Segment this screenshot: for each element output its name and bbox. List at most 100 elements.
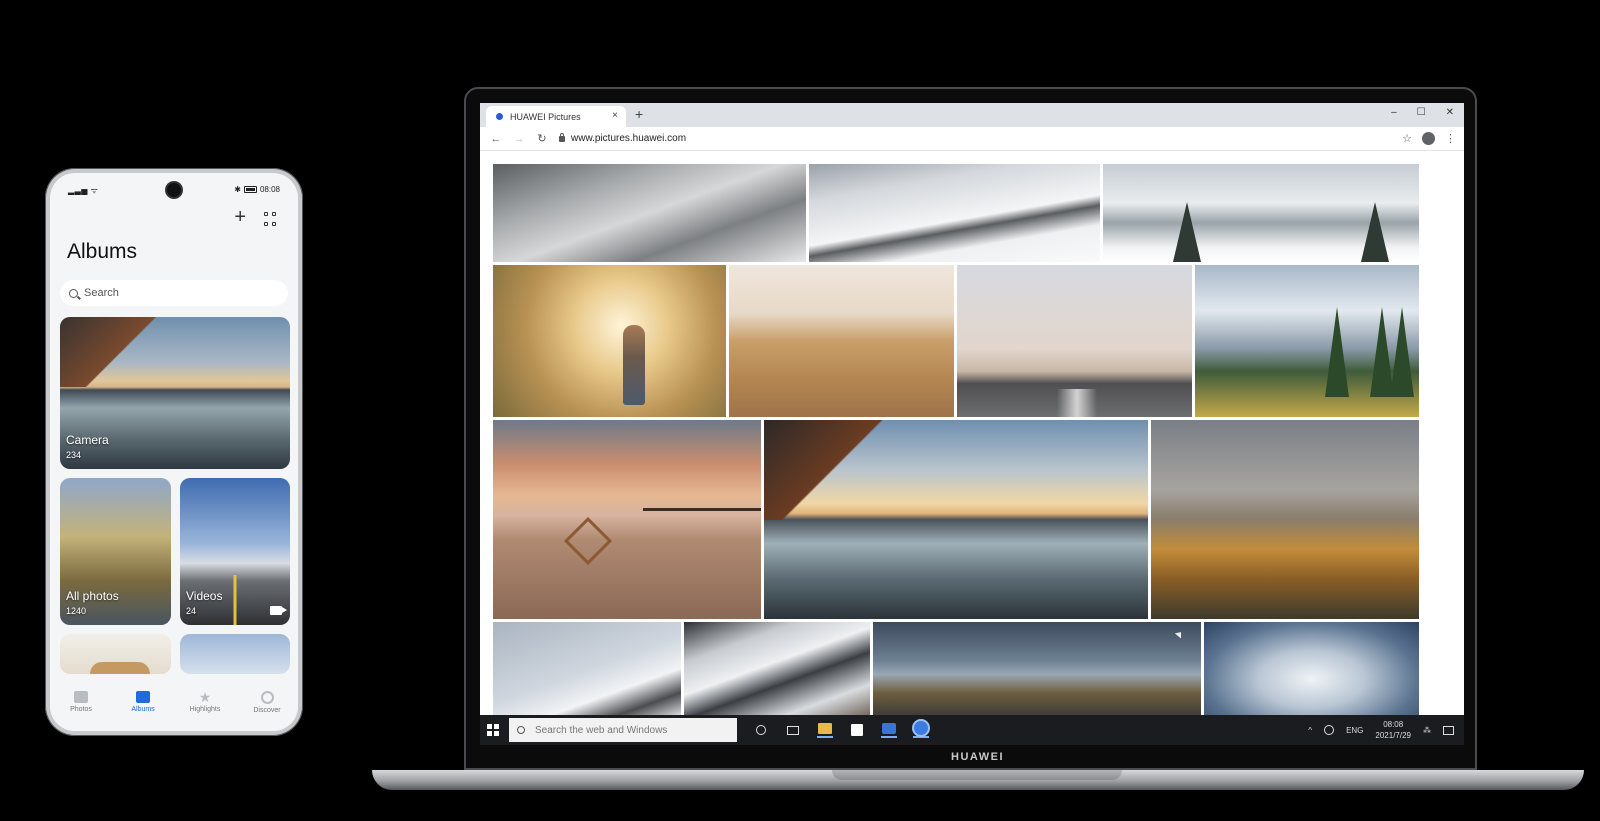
folder-icon <box>818 722 832 734</box>
photo-misty-forest[interactable] <box>873 622 1201 717</box>
tree-shape <box>1390 307 1414 397</box>
album-name: All photos <box>66 589 119 603</box>
network-globe-icon[interactable] <box>1324 725 1335 735</box>
more-options-icon[interactable] <box>264 212 276 227</box>
album-actions: + <box>234 207 276 227</box>
nav-highlights[interactable]: ★ Highlights <box>180 689 230 713</box>
photo-lake-pier[interactable] <box>493 420 761 619</box>
nav-label: Albums <box>131 706 155 713</box>
photo-rocks-snow[interactable] <box>493 164 806 262</box>
album-count: 1240 <box>66 606 87 616</box>
url-field[interactable]: www.pictures.huawei.com <box>571 133 686 144</box>
nav-discover[interactable]: Discover <box>242 691 292 714</box>
task-view-icon <box>787 725 799 735</box>
photo-rocky-snow[interactable] <box>684 622 870 717</box>
laptop-brand-logo: HUAWEI <box>951 751 1004 763</box>
close-window-button[interactable]: ✕ <box>1446 107 1454 118</box>
tab-title: HUAWEI Pictures <box>510 111 581 122</box>
close-tab-button[interactable]: × <box>612 110 618 121</box>
maximize-button[interactable]: ☐ <box>1417 107 1426 118</box>
photo-sand-dune[interactable] <box>729 265 954 417</box>
phone-device: ▂▃▅ ᯤ ✱ 08:08 + Albums Search Camera 234… <box>45 168 303 736</box>
nav-albums[interactable]: Albums <box>118 691 168 713</box>
battery-icon <box>243 186 257 193</box>
photo-mountain-lake[interactable] <box>764 420 1148 619</box>
browser-button[interactable] <box>913 721 929 738</box>
taskbar-clock[interactable]: 08:08 2021/7/29 <box>1375 719 1411 741</box>
language-indicator[interactable]: ENG <box>1346 726 1363 735</box>
minimize-button[interactable]: – <box>1391 107 1397 118</box>
bottom-nav: Photos Albums ★ Highlights Discover <box>50 681 298 731</box>
browser-tab[interactable]: HUAWEI Pictures × <box>486 106 626 127</box>
photo-child-field[interactable] <box>493 265 726 417</box>
photo-icon <box>74 691 88 703</box>
store-button[interactable] <box>849 722 865 738</box>
photo-desert-road[interactable] <box>957 265 1192 417</box>
laptop-screen: HUAWEI Pictures × + – ☐ ✕ ← → ↻ www.pict… <box>480 103 1464 745</box>
status-bar: ▂▃▅ ᯤ ✱ 08:08 <box>68 183 280 197</box>
cortana-button[interactable] <box>753 722 769 738</box>
front-camera <box>167 183 181 197</box>
status-time: 08:08 <box>259 185 280 194</box>
album-videos[interactable]: Videos 24 <box>180 478 290 625</box>
clock-time: 08:08 <box>1383 720 1404 729</box>
windows-taskbar: Search the web and Windows ^ ENG 08:08 2… <box>480 715 1464 745</box>
photo-autumn-village[interactable] <box>1151 420 1419 619</box>
search-icon <box>517 726 525 734</box>
photo-snow-peak[interactable] <box>493 622 681 717</box>
notification-icon[interactable] <box>1443 725 1454 735</box>
reload-button[interactable]: ↻ <box>535 132 549 145</box>
bookmark-star-icon[interactable]: ☆ <box>1402 132 1412 145</box>
photo-clouds[interactable] <box>1204 622 1419 717</box>
nav-label: Discover <box>253 707 281 714</box>
road-graphic <box>1057 389 1097 417</box>
album-thumbnail[interactable] <box>180 634 290 674</box>
cortana-icon <box>756 725 766 735</box>
album-all-photos[interactable]: All photos 1240 <box>60 478 171 625</box>
frame-graphic <box>563 516 613 566</box>
discover-icon <box>260 691 274 704</box>
nav-photos[interactable]: Photos <box>56 691 106 713</box>
huawei-share-icon[interactable]: ⁂ <box>1423 726 1431 735</box>
add-album-button[interactable]: + <box>234 207 246 227</box>
status-right: ✱ 08:08 <box>234 185 280 194</box>
taskbar-search-input[interactable]: Search the web and Windows <box>509 718 737 742</box>
photo-snowy-hills[interactable] <box>809 164 1100 262</box>
star-icon: ★ <box>198 689 212 705</box>
nav-label: Highlights <box>189 706 221 713</box>
laptop-hinge-notch <box>832 770 1122 780</box>
search-icon <box>69 288 78 298</box>
browser-icon <box>914 721 928 735</box>
task-view-button[interactable] <box>785 722 801 738</box>
search-input[interactable]: Search <box>60 280 288 306</box>
file-explorer-button[interactable] <box>817 722 833 738</box>
album-camera[interactable]: Camera 234 <box>60 317 290 469</box>
album-name: Videos <box>186 589 223 603</box>
tree-shape <box>1325 307 1349 397</box>
favicon-icon <box>496 113 503 120</box>
bluetooth-icon: ✱ <box>234 185 241 194</box>
windows-start-icon[interactable] <box>487 724 499 736</box>
nav-label: Photos <box>70 706 92 713</box>
album-icon <box>136 691 150 703</box>
photo-mountain-forest[interactable] <box>1195 265 1419 417</box>
profile-icon[interactable] <box>1422 132 1435 145</box>
address-bar: ← → ↻ www.pictures.huawei.com ☆ ⋮ <box>480 127 1464 151</box>
new-tab-button[interactable]: + <box>635 106 643 122</box>
album-thumbnail[interactable] <box>60 634 171 674</box>
pier-graphic <box>643 508 761 511</box>
lock-icon <box>559 132 565 142</box>
menu-icon[interactable]: ⋮ <box>1445 132 1456 145</box>
mail-button[interactable] <box>881 722 897 738</box>
back-button[interactable]: ← <box>489 133 503 145</box>
window-controls: – ☐ ✕ <box>1391 107 1454 118</box>
browser-tabbar: HUAWEI Pictures × + – ☐ ✕ <box>480 103 1464 127</box>
system-tray: ^ ENG 08:08 2021/7/29 ⁂ <box>1308 715 1454 745</box>
album-count: 24 <box>186 606 197 616</box>
photo-snowy-house[interactable] <box>1103 164 1419 262</box>
address-bar-actions: ☆ ⋮ <box>1402 132 1456 145</box>
clock-date: 2021/7/29 <box>1375 731 1411 740</box>
chevron-up-icon[interactable]: ^ <box>1308 726 1312 735</box>
album-name: Camera <box>66 433 109 447</box>
forward-button[interactable]: → <box>512 133 526 145</box>
